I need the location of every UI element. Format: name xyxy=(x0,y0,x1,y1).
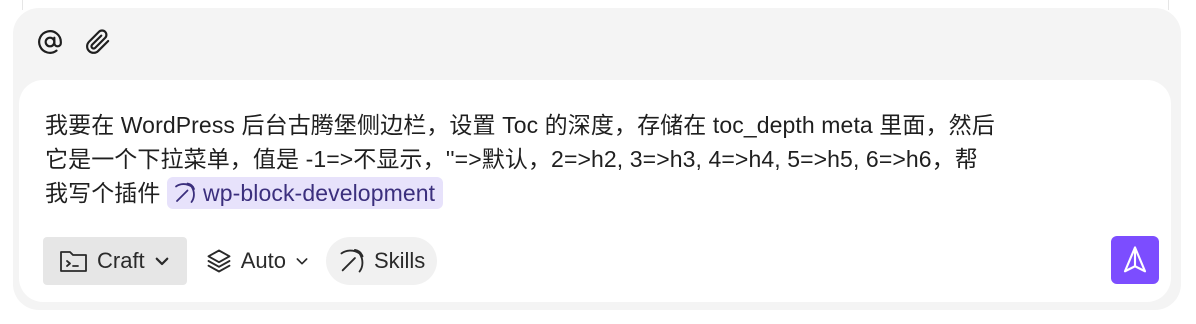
prompt-line: 我写个插件 wp-block-development xyxy=(45,176,1145,211)
prompt-line-text: 我写个插件 xyxy=(45,180,161,206)
prompt-input[interactable]: 我要在 WordPress 后台古腾堡侧边栏，设置 Toc 的深度，存储在 to… xyxy=(45,108,1145,211)
layers-icon xyxy=(207,249,231,273)
at-icon xyxy=(38,30,62,54)
auto-label: Auto xyxy=(240,248,286,273)
prompt-card: 我要在 WordPress 后台古腾堡侧边栏，设置 Toc 的深度，存储在 to… xyxy=(19,80,1171,302)
attach-button[interactable] xyxy=(83,27,113,57)
attachment-row xyxy=(35,26,113,58)
send-icon xyxy=(1123,246,1147,273)
divider-right xyxy=(1168,0,1169,10)
chevron-down-icon xyxy=(155,257,169,266)
skills-label: Skills xyxy=(373,248,426,273)
prompt-line: 它是一个下拉菜单，值是 -1=>不显示，''=>默认，2=>h2, 3=>h3,… xyxy=(45,146,978,172)
skill-chip-label: wp-block-development xyxy=(203,179,436,206)
composer-toolbar: Craft Auto Skills xyxy=(43,236,438,286)
skill-chip[interactable]: wp-block-development xyxy=(167,176,444,209)
pickaxe-icon xyxy=(340,248,364,273)
prompt-line: 我要在 WordPress 后台古腾堡侧边栏，设置 Toc 的深度，存储在 to… xyxy=(45,112,995,138)
skills-button[interactable]: Skills xyxy=(325,237,438,285)
mention-button[interactable] xyxy=(35,27,65,57)
folder-terminal-icon xyxy=(60,251,87,272)
chevron-down-icon xyxy=(296,258,308,265)
send-button[interactable] xyxy=(1111,236,1159,284)
craft-label: Craft xyxy=(97,248,145,273)
model-select-button[interactable]: Auto xyxy=(197,237,316,285)
divider-left xyxy=(22,0,23,10)
paperclip-icon xyxy=(86,29,110,54)
craft-mode-button[interactable]: Craft xyxy=(43,237,187,285)
pickaxe-icon xyxy=(175,182,195,203)
chat-composer: 我要在 WordPress 后台古腾堡侧边栏，设置 Toc 的深度，存储在 to… xyxy=(13,8,1181,310)
